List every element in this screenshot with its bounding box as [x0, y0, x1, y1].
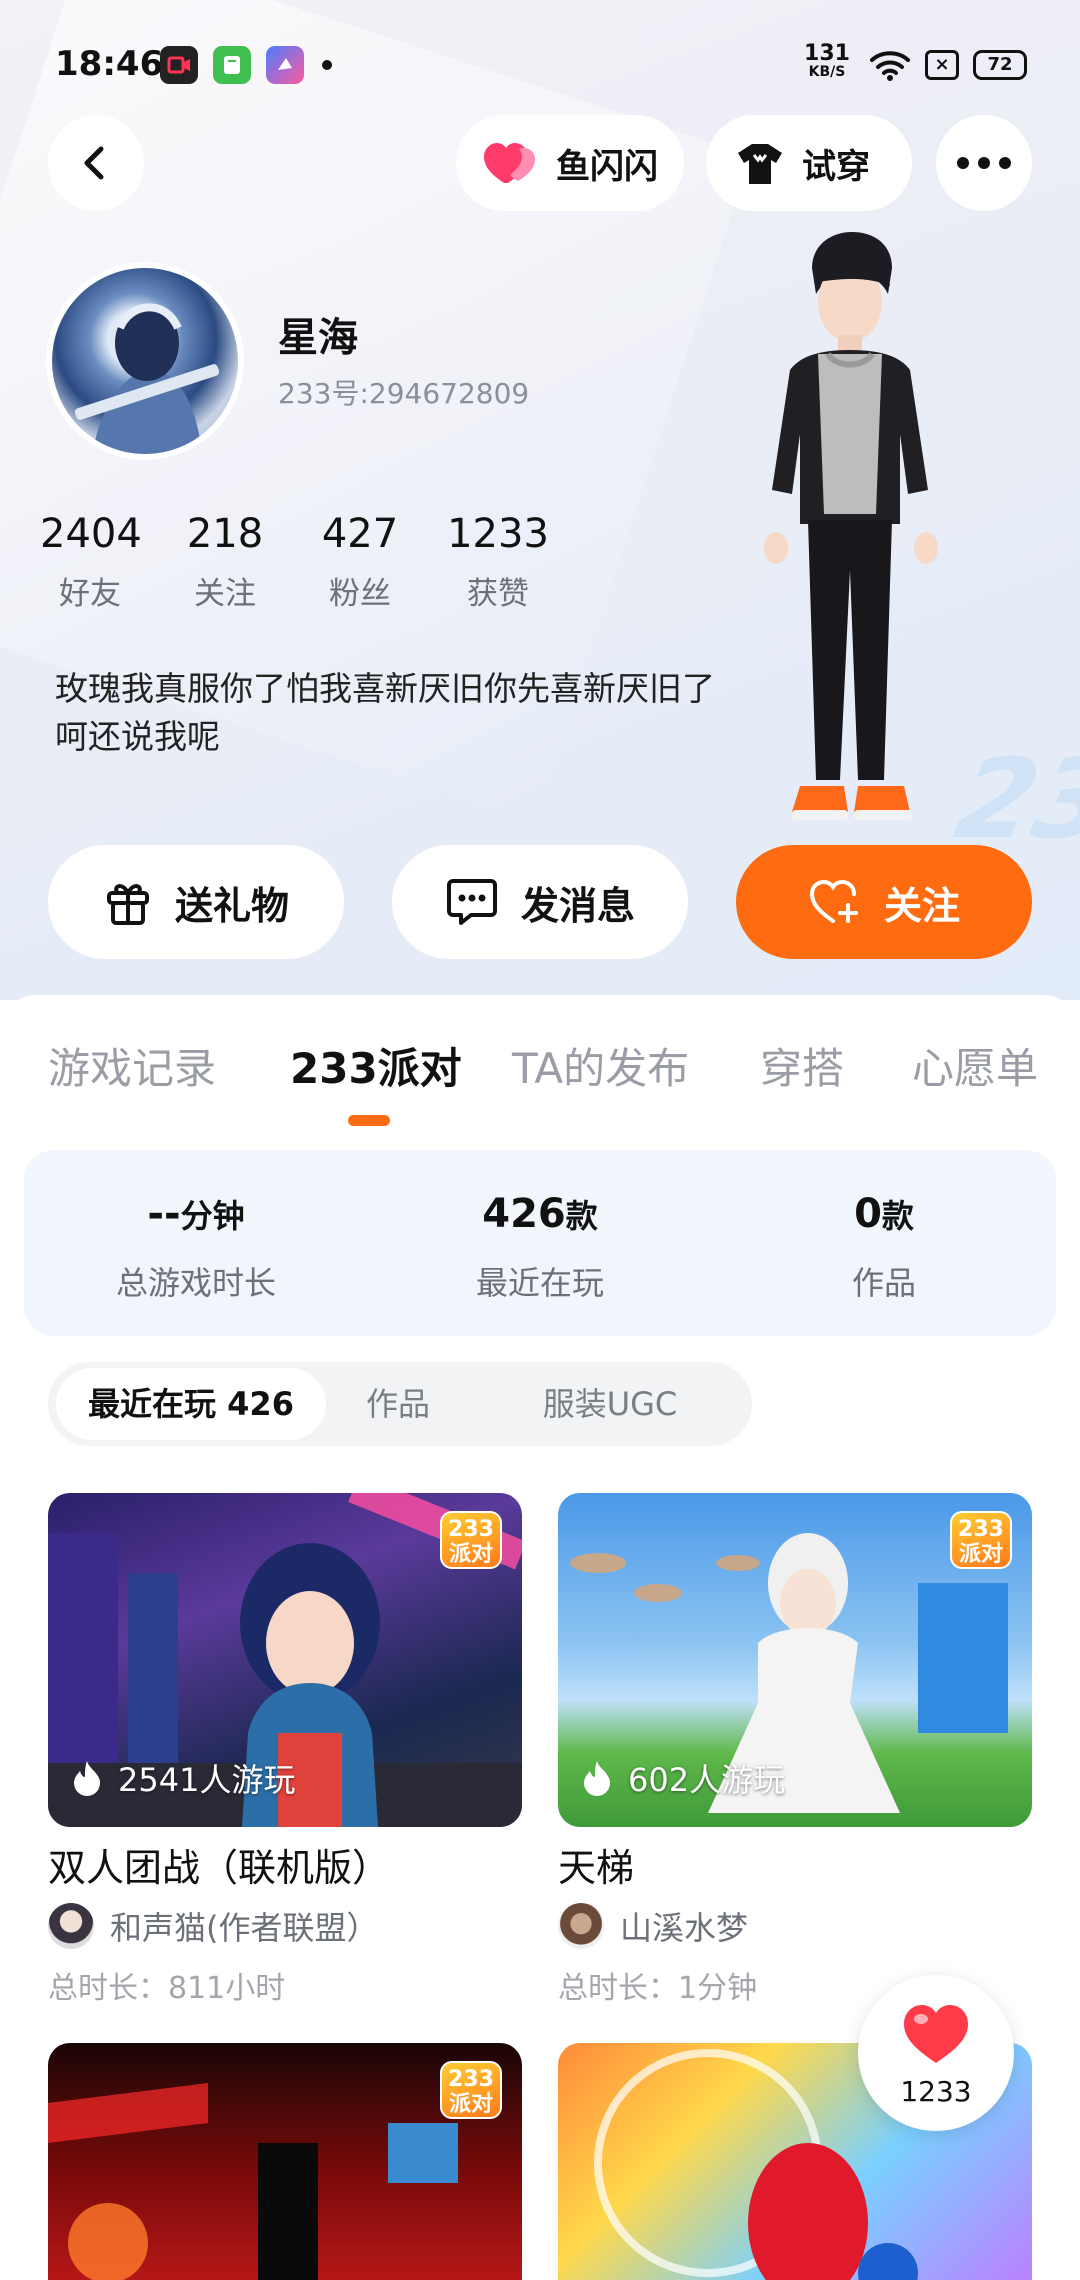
friends-label: 好友: [59, 576, 121, 612]
send-message-label: 发消息: [520, 883, 635, 928]
recent-playing-stat: 426款 最近在玩: [390, 1190, 690, 1304]
more-dots-icon: [957, 157, 1011, 169]
game-card-partial[interactable]: 233 派对: [48, 2043, 522, 2280]
flash-chat-label: 鱼闪闪: [556, 146, 658, 187]
heart-plus-icon: [809, 879, 858, 923]
author-avatar: [48, 1903, 94, 1949]
wifi-icon: [870, 51, 910, 81]
likes-label: 获赞: [467, 576, 529, 612]
works-caption: 作品: [851, 1264, 916, 1302]
follow-button[interactable]: 关注: [736, 845, 1032, 959]
play-count: 2541人游玩: [72, 1755, 295, 1801]
works-stat: 0款 作品: [734, 1190, 1034, 1304]
total-playtime-stat: --分钟 总游戏时长: [46, 1190, 346, 1304]
user-id[interactable]: 233号:294672809: [278, 372, 529, 412]
play-count-text: 2541人游玩: [118, 1761, 296, 1799]
avatar-character-figure[interactable]: [720, 230, 980, 850]
double-heart-icon: [484, 143, 535, 183]
author-name: 山溪水梦: [620, 1909, 749, 1947]
back-arrow-icon: [84, 146, 104, 180]
likes-stat[interactable]: 1233 获赞: [445, 510, 551, 613]
likes-count: 1233: [447, 511, 549, 557]
game-author[interactable]: 和声猫(作者联盟）: [48, 1903, 522, 1949]
tab-233-party[interactable]: 233派对: [290, 1035, 462, 1096]
sim-off-icon: ×: [925, 50, 959, 80]
status-bar: 18:46 131 KB/S × 72: [0, 0, 1080, 130]
send-message-button[interactable]: 发消息: [392, 845, 688, 959]
follow-label: 关注: [883, 883, 960, 928]
battery-icon: 72: [973, 50, 1027, 80]
tab-outfits[interactable]: 穿搭: [760, 1035, 844, 1096]
game-thumbnail[interactable]: 233 派对 2541人游玩: [48, 1493, 522, 1827]
store-app-icon: [213, 46, 251, 84]
more-options-button[interactable]: [936, 115, 1032, 211]
try-on-label: 试穿: [802, 146, 870, 187]
game-title: 天梯: [558, 1846, 635, 1890]
fans-stat[interactable]: 427 粉丝: [310, 510, 410, 613]
game-duration: 总时长：811小时: [48, 1971, 286, 2006]
recent-playing-value: 426: [482, 1191, 566, 1237]
assistant-app-icon: [266, 46, 304, 84]
network-speed: 131 KB/S: [804, 41, 850, 81]
notification-dot: [322, 60, 332, 70]
user-name: 星海: [278, 315, 358, 361]
like-count: 1233: [900, 2075, 972, 2108]
works-value: 0: [854, 1191, 882, 1237]
segment-works[interactable]: 作品: [330, 1368, 466, 1440]
flame-icon: [584, 1761, 610, 1796]
recent-playing-unit: 款: [565, 1197, 598, 1235]
user-avatar[interactable]: [46, 262, 244, 460]
game-thumbnail[interactable]: 233 派对 602人游玩: [558, 1493, 1032, 1827]
segment-outfit-ugc[interactable]: 服装UGC: [500, 1368, 720, 1440]
total-playtime-caption: 总游戏时长: [115, 1264, 276, 1302]
user-bio: 玫瑰我真服你了怕我喜新厌旧你先喜新厌旧了呵还说我呢: [55, 669, 715, 756]
following-stat[interactable]: 218 关注: [175, 510, 275, 613]
send-gift-button[interactable]: 送礼物: [48, 845, 344, 959]
flame-icon: [74, 1761, 100, 1796]
tshirt-icon: [738, 144, 782, 184]
like-button[interactable]: 1233: [858, 1975, 1014, 2131]
send-gift-label: 送礼物: [174, 883, 289, 928]
flash-chat-button[interactable]: 鱼闪闪: [456, 115, 684, 211]
party-badge: 233 派对: [440, 1511, 502, 1569]
author-avatar: [558, 1903, 604, 1949]
following-label: 关注: [194, 576, 256, 612]
following-count: 218: [186, 511, 264, 557]
heart-icon: [904, 2005, 968, 2063]
record-app-icon: [160, 46, 198, 84]
status-time: 18:46: [55, 44, 164, 84]
back-button[interactable]: [48, 115, 144, 211]
message-bubble-icon: [446, 879, 497, 925]
play-count: 602人游玩: [582, 1755, 785, 1801]
fans-count: 427: [321, 511, 399, 557]
active-tab-indicator: [348, 1115, 390, 1126]
play-count-text: 602人游玩: [628, 1761, 786, 1799]
game-title: 双人团战（联机版）: [48, 1846, 391, 1890]
total-playtime-value: --: [147, 1191, 181, 1237]
segment-recent-playing[interactable]: 最近在玩 426: [56, 1368, 326, 1440]
author-name: 和声猫(作者联盟）: [110, 1909, 379, 1947]
friends-count: 2404: [40, 511, 142, 557]
tab-ta-posts[interactable]: TA的发布: [512, 1035, 689, 1096]
try-on-button[interactable]: 试穿: [706, 115, 912, 211]
gift-icon: [106, 884, 149, 925]
party-badge: 233 派对: [440, 2061, 502, 2119]
game-author[interactable]: 山溪水梦: [558, 1903, 1032, 1949]
recent-playing-caption: 最近在玩: [475, 1264, 604, 1302]
game-card[interactable]: 233 派对 602人游玩 天梯 山溪水梦 总时长：1分钟: [558, 1493, 1032, 2007]
game-card[interactable]: 233 派对 2541人游玩 双人团战（联机版） 和声猫(作者联盟） 总时长：81…: [48, 1493, 522, 2007]
works-unit: 款: [881, 1197, 914, 1235]
tab-wishlist[interactable]: 心愿单: [912, 1035, 1038, 1096]
fans-label: 粉丝: [329, 576, 391, 612]
friends-stat[interactable]: 2404 好友: [40, 510, 142, 613]
party-badge: 233 派对: [950, 1511, 1012, 1569]
tab-game-records[interactable]: 游戏记录: [48, 1035, 216, 1096]
total-playtime-unit: 分钟: [180, 1197, 245, 1235]
